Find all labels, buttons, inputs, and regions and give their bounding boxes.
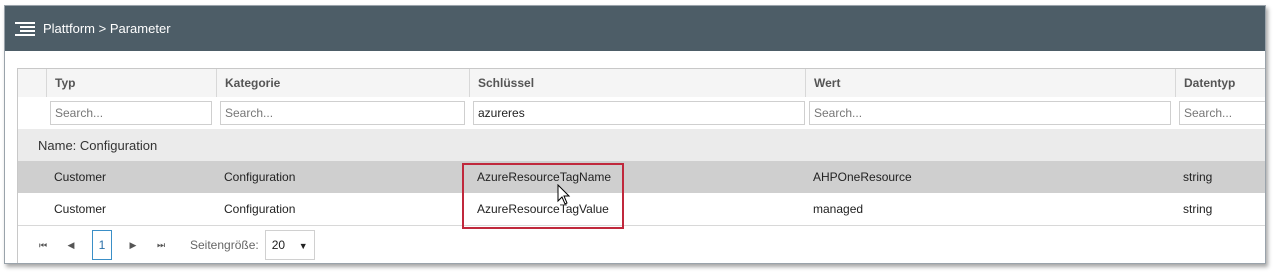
mouse-cursor-icon [557,184,571,205]
cell-datentyp: string [1183,202,1213,216]
group-label: Name: Configuration [38,137,158,153]
chevron-down-icon: ▼ [298,241,308,251]
group-row[interactable]: Name: Configuration [18,129,1265,161]
cell-wert: AHPOneResource [813,170,912,184]
filter-input-schluessel[interactable] [473,101,805,125]
next-page-icon[interactable]: ▶ [126,238,140,252]
window-frame: Plattform > Parameter Typ Kategorie Schl… [4,5,1266,264]
column-header-typ[interactable]: Typ [46,69,216,97]
first-page-icon[interactable]: ⏮ [36,238,50,252]
cell-datentyp: string [1183,170,1213,184]
current-page-button[interactable]: 1 [92,230,112,260]
title-bar: Plattform > Parameter [5,6,1265,51]
previous-page-icon[interactable]: ◀ [64,238,78,252]
page-size-label: Seitengröße: [190,238,259,252]
column-header-datentyp[interactable]: Datentyp [1175,69,1265,97]
menu-icon[interactable] [15,21,35,36]
cell-schluessel: AzureResourceTagValue [477,202,609,216]
page-title: Plattform > Parameter [43,21,171,36]
filter-input-typ[interactable] [50,101,212,125]
column-header-wert[interactable]: Wert [805,69,1175,97]
filter-row [18,97,1265,130]
last-page-icon[interactable]: ⏭ [154,238,168,252]
cell-typ: Customer [54,170,107,184]
cell-typ: Customer [54,202,107,216]
cell-kategorie: Configuration [224,170,296,184]
column-header-row: Typ Kategorie Schlüssel Wert Datentyp [18,69,1265,98]
table-row[interactable]: Customer Configuration AzureResourceTagV… [18,193,1265,226]
cell-schluessel: AzureResourceTagName [477,170,612,184]
filter-input-wert[interactable] [809,101,1171,125]
page-size-value: 20 [271,238,286,252]
filter-input-datentyp[interactable] [1179,101,1265,125]
table-row[interactable]: Customer Configuration AzureResourceTagN… [18,161,1265,193]
column-header-schluessel[interactable]: Schlüssel [469,69,809,97]
filter-input-kategorie[interactable] [220,101,465,125]
cell-wert: managed [813,202,864,216]
parameter-grid: Typ Kategorie Schlüssel Wert Datentyp Na… [17,68,1265,263]
cell-kategorie: Configuration [224,202,296,216]
page-size-select[interactable]: 20 ▼ [264,230,315,260]
pagination-bar: ⏮ ◀ 1 ▶ ⏭ Seitengröße: 20 ▼ [18,226,1265,263]
column-header-kategorie[interactable]: Kategorie [216,69,469,97]
